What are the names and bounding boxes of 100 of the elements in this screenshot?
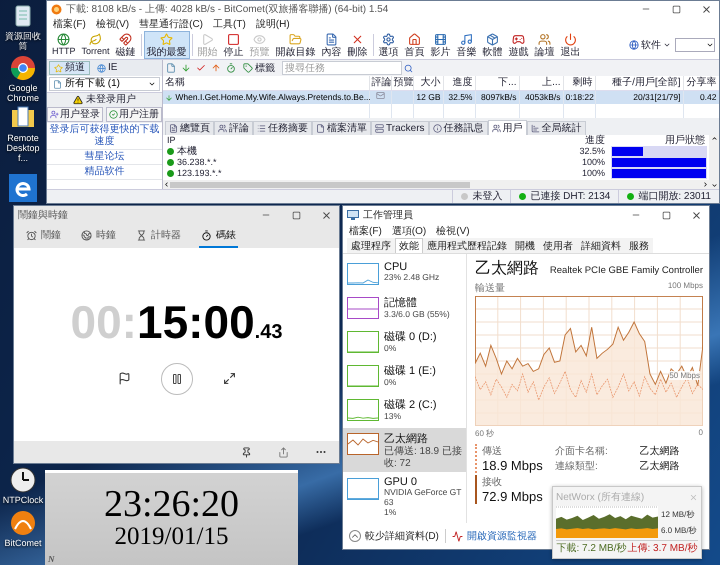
toolbar-button[interactable]: HTTP: [49, 31, 78, 59]
detail-tab[interactable]: Trackers: [371, 121, 429, 135]
link[interactable]: 彗星论坛: [47, 150, 162, 165]
resource-item[interactable]: 磁碟 1 (E:) 0%: [343, 360, 466, 393]
column-header[interactable]: 大小: [413, 76, 443, 90]
filter-dropdown[interactable]: 所有下載 (1): [49, 77, 160, 91]
toolbar-button[interactable]: Torrent: [78, 31, 113, 59]
menu-item[interactable]: 檢視(V): [96, 17, 130, 31]
resource-item[interactable]: CPU 23% 2.48 GHz: [343, 258, 466, 291]
toolbar-button[interactable]: 首頁: [402, 31, 428, 59]
task-row[interactable]: When.I.Get.Home.My.Wife.Always.Pretends.to.Be... 12 GB 32.5% 8097kB/s 4053kB/s 0:18:22 20/31[21/79] 0.42: [163, 90, 719, 104]
axis-label: 輸送量: [475, 282, 505, 295]
menu-item[interactable]: 檔案(F): [53, 17, 86, 31]
toolbar-button[interactable]: 選項: [376, 31, 402, 59]
tab[interactable]: 效能: [395, 238, 423, 253]
toolbar-button[interactable]: 音樂: [454, 31, 480, 59]
column-header[interactable]: 剩時: [563, 76, 595, 90]
login-button[interactable]: 用户登录: [47, 107, 103, 122]
menu-item[interactable]: 彗星通行證(C): [139, 17, 204, 31]
property-value: 乙太網路: [639, 444, 680, 458]
fewer-details-button[interactable]: 較少詳細資料(D): [349, 529, 439, 543]
tab[interactable]: 使用者: [539, 238, 577, 253]
toolbar-button[interactable]: 論壇: [532, 31, 558, 59]
toolbar-button[interactable]: 軟體: [480, 31, 506, 59]
column-header[interactable]: IP: [163, 135, 549, 146]
search-field[interactable]: 搜尋任務: [282, 61, 402, 75]
column-header[interactable]: 進度: [443, 76, 475, 90]
panel-tab[interactable]: IE: [92, 61, 122, 75]
menu-item[interactable]: 檢視(V): [436, 224, 470, 238]
table-cell: When.I.Get.Home.My.Wife.Always.Pretends.to.Be...: [163, 90, 369, 104]
table-cell: 4053kB/s: [519, 90, 563, 104]
link[interactable]: 精品软件: [47, 165, 162, 180]
menu-item[interactable]: 檔案(F): [349, 224, 382, 238]
toolbar-button[interactable]: 影片: [428, 31, 454, 59]
detail-tab[interactable]: 任務訊息: [428, 121, 488, 135]
icon-label: NTPClock: [2, 496, 44, 506]
column-header[interactable]: 名稱: [163, 76, 369, 90]
toolbar-button[interactable]: 停止: [220, 31, 247, 59]
toolbar-button[interactable]: 內容: [318, 31, 345, 59]
clock-date: 2019/01/15: [114, 522, 228, 550]
column-header[interactable]: 用戶狀態: [609, 135, 709, 146]
register-button[interactable]: 用户注册: [106, 107, 162, 122]
toolbar-button[interactable]: 遊戲: [506, 31, 532, 59]
column-header[interactable]: 預覽: [391, 76, 413, 90]
icon-label: 資源回收筒: [4, 32, 42, 52]
resource-item[interactable]: 磁碟 0 (D:) 0%: [343, 326, 466, 359]
tab[interactable]: 計時器: [134, 224, 183, 248]
menu-item[interactable]: 說明(H): [256, 17, 290, 31]
toolbar-button[interactable]: 磁鏈: [112, 31, 139, 59]
axis-label: 0: [698, 428, 703, 439]
tab[interactable]: 處理程序: [347, 238, 395, 253]
stat-value: 72.9 Mbps: [482, 489, 544, 504]
column-header[interactable]: 種子/用戶[全部]: [595, 76, 683, 90]
tab[interactable]: 服務: [625, 238, 653, 253]
tab[interactable]: 應用程式歷程記錄: [423, 238, 511, 253]
detail-tab[interactable]: 全局統計: [526, 121, 586, 135]
desktop-icon[interactable]: BitComet: [1, 509, 45, 549]
toolbar-button[interactable]: 刪除: [344, 31, 371, 59]
menu-item[interactable]: 工具(T): [213, 17, 246, 31]
resource-item[interactable]: GPU 0 NVIDIA GeForce GT 63 1%: [343, 473, 466, 520]
desktop-icon[interactable]: Google Chrome: [1, 54, 45, 104]
tab[interactable]: 鬧鐘: [24, 224, 63, 248]
table-cell: 123.193.*.*: [163, 168, 549, 179]
window-title: 下載: 8108 kB/s - 上傳: 4028 kB/s - BitComet(双旅播客聯播) (64-bit) 1.54: [66, 2, 390, 16]
tab[interactable]: 詳細資料: [577, 238, 625, 253]
resource-item[interactable]: 記憶體 3.3/6.0 GB (55%): [343, 292, 466, 325]
desktop-icon[interactable]: 資源回收筒: [1, 2, 45, 52]
property-value: 乙太網路: [639, 460, 680, 473]
resource-item[interactable]: 乙太網路 已傳送: 18.9 已接收: 72: [343, 428, 466, 472]
table-cell: 32.5%: [443, 90, 475, 104]
column-header[interactable]: 上...: [519, 76, 563, 90]
column-header[interactable]: 評論: [369, 76, 391, 90]
link[interactable]: 登录后可获得更快的下载速度: [47, 123, 162, 150]
column-header[interactable]: 進度: [549, 135, 609, 146]
tab[interactable]: 時鐘: [79, 224, 118, 248]
detail-tab[interactable]: 檔案清單: [312, 121, 371, 135]
icon-label: Remote Desktop f...: [5, 134, 41, 164]
column-header[interactable]: 下...: [475, 76, 519, 90]
resource-monitor-link[interactable]: 開啟資源監視器: [452, 529, 537, 543]
detail-tab[interactable]: 用戶: [488, 120, 527, 135]
toolbar-button[interactable]: 我的最愛: [144, 31, 190, 59]
table-cell: 0.42: [683, 90, 719, 104]
heading: 乙太網路: [475, 258, 539, 279]
detail-tab[interactable]: 總覽頁: [165, 121, 214, 135]
desktop-icon[interactable]: NTPClock: [1, 466, 45, 506]
status-text: 未登入: [472, 191, 502, 202]
tag-button[interactable]: 標籤: [241, 61, 277, 75]
scale-label: 6.0 MB/秒: [661, 524, 697, 536]
channel-menu[interactable]: 软件: [625, 40, 675, 50]
tab[interactable]: 開機: [511, 238, 539, 253]
toolbar-button[interactable]: 開啟目錄: [272, 31, 319, 59]
resource-item[interactable]: 磁碟 2 (C:) 13%: [343, 394, 466, 427]
desktop-icon[interactable]: Remote Desktop f...: [1, 104, 45, 164]
column-header[interactable]: 分享率: [683, 76, 719, 90]
resource-detail: 13%: [384, 412, 402, 422]
menu-item[interactable]: 選項(O): [392, 224, 426, 238]
panel-tab[interactable]: 頻道: [49, 61, 90, 75]
detail-tab[interactable]: 任務摘要: [253, 121, 312, 135]
toolbar-button[interactable]: 退出: [558, 31, 584, 59]
detail-tab[interactable]: 評論: [214, 121, 253, 135]
